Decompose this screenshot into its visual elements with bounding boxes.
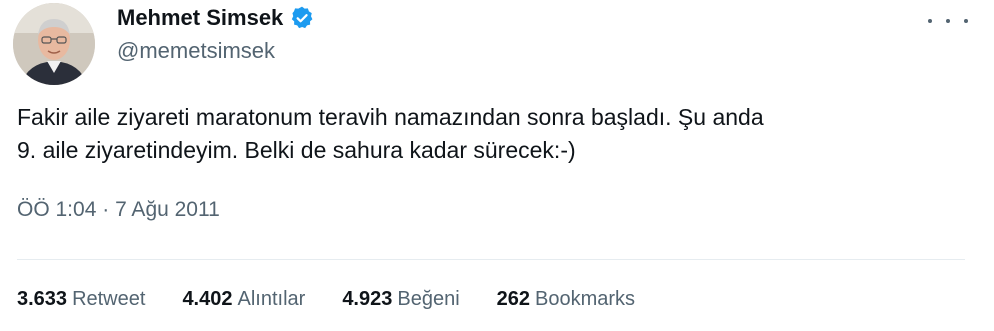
stat-label: Retweet [72, 288, 146, 310]
author-handle[interactable]: @memetsimsek [117, 38, 275, 64]
tweet-text: Fakir aile ziyareti maratonum teravih na… [17, 104, 764, 163]
stat-label: Alıntılar [237, 288, 306, 310]
stat-bookmarks[interactable]: 262 Bookmarks [497, 288, 635, 311]
more-horizontal-icon[interactable] [928, 14, 968, 28]
tweet-timestamp[interactable]: ÖÖ 1:04 · 7 Ağu 2011 [17, 198, 220, 222]
avatar-photo [13, 3, 95, 85]
author-name-row: Mehmet Simsek [117, 3, 315, 33]
stat-count: 262 [496, 288, 531, 310]
engagement-stats: 3.633 Retweet 4.402 Alıntılar 4.923 Beğe… [17, 288, 672, 311]
stat-retweets[interactable]: 3.633 Retweet [17, 288, 145, 311]
more-dot [928, 19, 932, 23]
stat-count: 3.633 [17, 288, 68, 310]
stat-quotes[interactable]: 4.402 Alıntılar [182, 288, 305, 311]
avatar[interactable] [13, 3, 95, 85]
stat-label: Beğeni [397, 288, 460, 310]
meta-separator: · [102, 198, 110, 221]
stat-count: 4.402 [182, 288, 233, 310]
divider [17, 259, 965, 260]
stat-label: Bookmarks [535, 288, 636, 310]
stat-count: 4.923 [342, 288, 393, 310]
tweet-time: ÖÖ 1:04 [17, 198, 97, 221]
tweet-card: Mehmet Simsek @memetsimsek Fakir aile zi… [0, 0, 994, 331]
tweet-date: 7 Ağu 2011 [115, 198, 220, 221]
more-dot [964, 19, 968, 23]
author-display-name[interactable]: Mehmet Simsek [117, 5, 283, 31]
more-dot [946, 19, 950, 23]
verified-badge-icon [289, 5, 315, 31]
stat-likes[interactable]: 4.923 Beğeni [342, 288, 459, 311]
